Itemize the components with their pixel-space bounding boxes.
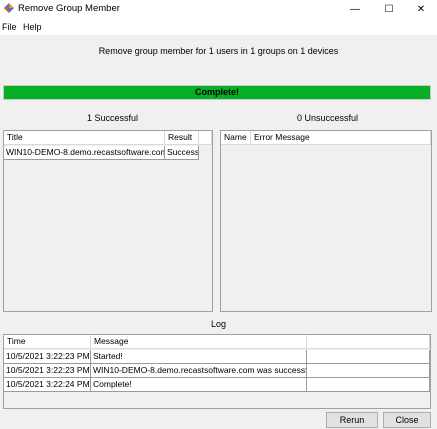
log-label: Log bbox=[210, 319, 227, 329]
column-name[interactable]: Name bbox=[221, 131, 251, 145]
log-row-filler bbox=[307, 364, 430, 378]
log-row-message[interactable]: Complete! bbox=[91, 378, 307, 392]
successful-list[interactable]: Title Result WIN10-DEMO-8.demo.recastsof… bbox=[3, 130, 213, 312]
column-result[interactable]: Result bbox=[165, 131, 199, 145]
log-row-time[interactable]: 10/5/2021 3:22:23 PM bbox=[4, 350, 91, 364]
unsuccessful-count: 0 Unsuccessful bbox=[297, 113, 359, 123]
successful-count: 1 Successful bbox=[87, 113, 139, 123]
column-filler bbox=[199, 131, 212, 145]
column-message[interactable]: Message bbox=[91, 335, 307, 349]
log-row-filler bbox=[307, 378, 430, 392]
close-window-button[interactable]: ✕ bbox=[405, 0, 437, 19]
window-title: Remove Group Member bbox=[18, 3, 120, 14]
success-row-result[interactable]: Success bbox=[165, 146, 199, 160]
close-button[interactable]: Close bbox=[383, 412, 431, 428]
progress-label: Complete! bbox=[194, 87, 239, 97]
log-row-filler bbox=[307, 350, 430, 364]
rerun-button[interactable]: Rerun bbox=[326, 412, 378, 428]
column-title[interactable]: Title bbox=[4, 131, 165, 145]
column-error-message[interactable]: Error Message bbox=[251, 131, 431, 145]
column-filler bbox=[307, 335, 430, 349]
summary-text: Remove group member for 1 users in 1 gro… bbox=[98, 46, 339, 56]
log-list[interactable]: Time Message 10/5/2021 3:22:23 PM Starte… bbox=[3, 334, 431, 409]
log-row-time[interactable]: 10/5/2021 3:22:23 PM bbox=[4, 364, 91, 378]
menu-bar bbox=[0, 19, 437, 35]
unsuccessful-list[interactable]: Name Error Message bbox=[220, 130, 432, 312]
column-time[interactable]: Time bbox=[4, 335, 91, 349]
log-row-time[interactable]: 10/5/2021 3:22:24 PM bbox=[4, 378, 91, 392]
menu-help[interactable]: Help bbox=[23, 22, 42, 32]
minimize-button[interactable]: — bbox=[339, 0, 371, 19]
menu-file[interactable]: File bbox=[2, 22, 17, 32]
log-row-message[interactable]: Started! bbox=[91, 350, 307, 364]
log-row-message[interactable]: WIN10-DEMO-8.demo.recastsoftware.com was… bbox=[91, 364, 307, 378]
maximize-button[interactable]: ☐ bbox=[373, 0, 405, 19]
success-row-title[interactable]: WIN10-DEMO-8.demo.recastsoftware.com bbox=[4, 146, 165, 160]
progress-bar: Complete! bbox=[3, 85, 431, 100]
app-icon bbox=[4, 3, 14, 13]
